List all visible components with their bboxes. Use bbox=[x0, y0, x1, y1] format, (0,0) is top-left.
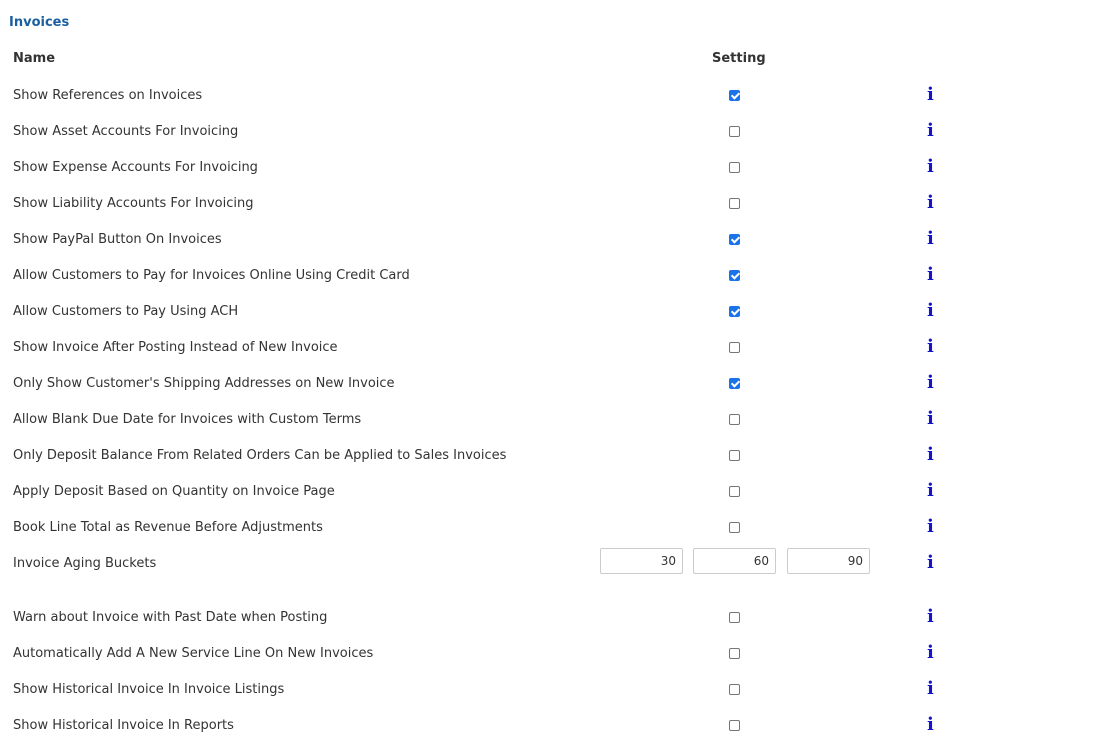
info-icon[interactable]: i bbox=[927, 300, 934, 322]
setting-label: Show Invoice After Posting Instead of Ne… bbox=[13, 340, 338, 355]
setting-row: Warn about Invoice with Past Date when P… bbox=[0, 606, 1096, 646]
setting-row: Allow Customers to Pay for Invoices Onli… bbox=[0, 264, 1096, 304]
setting-row: Only Deposit Balance From Related Orders… bbox=[0, 444, 1096, 484]
setting-label: Allow Blank Due Date for Invoices with C… bbox=[13, 412, 362, 427]
section-title: Invoices bbox=[9, 15, 70, 30]
setting-checkbox[interactable] bbox=[729, 648, 740, 659]
info-icon[interactable]: i bbox=[927, 120, 934, 142]
setting-checkbox[interactable] bbox=[729, 270, 740, 281]
setting-checkbox[interactable] bbox=[729, 162, 740, 173]
setting-label: Show Liability Accounts For Invoicing bbox=[13, 196, 254, 211]
setting-label: Show PayPal Button On Invoices bbox=[13, 232, 222, 247]
setting-checkbox[interactable] bbox=[729, 198, 740, 209]
setting-label: Show References on Invoices bbox=[13, 88, 203, 103]
info-icon[interactable]: i bbox=[927, 264, 934, 286]
setting-row: Allow Customers to Pay Using ACH i bbox=[0, 300, 1096, 340]
setting-row: Book Line Total as Revenue Before Adjust… bbox=[0, 516, 1096, 556]
info-icon[interactable]: i bbox=[927, 408, 934, 430]
info-icon[interactable]: i bbox=[927, 372, 934, 394]
setting-checkbox[interactable] bbox=[729, 612, 740, 623]
setting-label: Automatically Add A New Service Line On … bbox=[13, 646, 374, 661]
setting-checkbox[interactable] bbox=[729, 342, 740, 353]
setting-row: Show Asset Accounts For Invoicing i bbox=[0, 120, 1096, 160]
info-icon[interactable]: i bbox=[927, 552, 934, 574]
info-icon[interactable]: i bbox=[927, 228, 934, 250]
setting-label: Show Expense Accounts For Invoicing bbox=[13, 160, 258, 175]
info-icon[interactable]: i bbox=[927, 336, 934, 358]
setting-row: Only Show Customer's Shipping Addresses … bbox=[0, 372, 1096, 412]
setting-label: Show Historical Invoice In Invoice Listi… bbox=[13, 682, 285, 697]
setting-checkbox[interactable] bbox=[729, 414, 740, 425]
aging-bucket-1-input[interactable] bbox=[600, 548, 683, 574]
setting-row: Show Liability Accounts For Invoicing i bbox=[0, 192, 1096, 232]
setting-label: Show Historical Invoice In Reports bbox=[13, 718, 234, 733]
setting-row: Show References on Invoices i bbox=[0, 84, 1096, 124]
setting-checkbox[interactable] bbox=[729, 378, 740, 389]
setting-checkbox[interactable] bbox=[729, 234, 740, 245]
setting-checkbox[interactable] bbox=[729, 306, 740, 317]
setting-label: Only Show Customer's Shipping Addresses … bbox=[13, 376, 395, 391]
setting-row: Show Invoice After Posting Instead of Ne… bbox=[0, 336, 1096, 376]
setting-column-header: Setting bbox=[712, 51, 766, 66]
setting-label: Apply Deposit Based on Quantity on Invoi… bbox=[13, 484, 335, 499]
info-icon[interactable]: i bbox=[927, 714, 934, 736]
setting-row: Show PayPal Button On Invoices i bbox=[0, 228, 1096, 268]
setting-row: Apply Deposit Based on Quantity on Invoi… bbox=[0, 480, 1096, 520]
info-icon[interactable]: i bbox=[927, 480, 934, 502]
setting-checkbox[interactable] bbox=[729, 720, 740, 731]
info-icon[interactable]: i bbox=[927, 444, 934, 466]
setting-label: Only Deposit Balance From Related Orders… bbox=[13, 448, 507, 463]
setting-checkbox[interactable] bbox=[729, 450, 740, 461]
aging-bucket-2-input[interactable] bbox=[693, 548, 776, 574]
setting-row: Show Historical Invoice In Reports i bbox=[0, 714, 1096, 754]
info-icon[interactable]: i bbox=[927, 84, 934, 106]
setting-checkbox[interactable] bbox=[729, 486, 740, 497]
info-icon[interactable]: i bbox=[927, 516, 934, 538]
aging-buckets-row: Invoice Aging Buckets i bbox=[0, 548, 1096, 592]
setting-row: Show Historical Invoice In Invoice Listi… bbox=[0, 678, 1096, 718]
setting-row: Automatically Add A New Service Line On … bbox=[0, 642, 1096, 682]
setting-checkbox[interactable] bbox=[729, 126, 740, 137]
setting-row: Show Expense Accounts For Invoicing i bbox=[0, 156, 1096, 196]
info-icon[interactable]: i bbox=[927, 678, 934, 700]
info-icon[interactable]: i bbox=[927, 606, 934, 628]
setting-label: Allow Customers to Pay Using ACH bbox=[13, 304, 239, 319]
info-icon[interactable]: i bbox=[927, 642, 934, 664]
name-column-header: Name bbox=[13, 51, 56, 66]
setting-checkbox[interactable] bbox=[729, 522, 740, 533]
aging-buckets-label: Invoice Aging Buckets bbox=[13, 556, 157, 571]
setting-checkbox[interactable] bbox=[729, 684, 740, 695]
setting-label: Show Asset Accounts For Invoicing bbox=[13, 124, 239, 139]
info-icon[interactable]: i bbox=[927, 156, 934, 178]
setting-checkbox[interactable] bbox=[729, 90, 740, 101]
setting-label: Warn about Invoice with Past Date when P… bbox=[13, 610, 328, 625]
setting-row: Allow Blank Due Date for Invoices with C… bbox=[0, 408, 1096, 448]
setting-label: Allow Customers to Pay for Invoices Onli… bbox=[13, 268, 410, 283]
setting-label: Book Line Total as Revenue Before Adjust… bbox=[13, 520, 323, 535]
info-icon[interactable]: i bbox=[927, 192, 934, 214]
aging-bucket-3-input[interactable] bbox=[787, 548, 870, 574]
